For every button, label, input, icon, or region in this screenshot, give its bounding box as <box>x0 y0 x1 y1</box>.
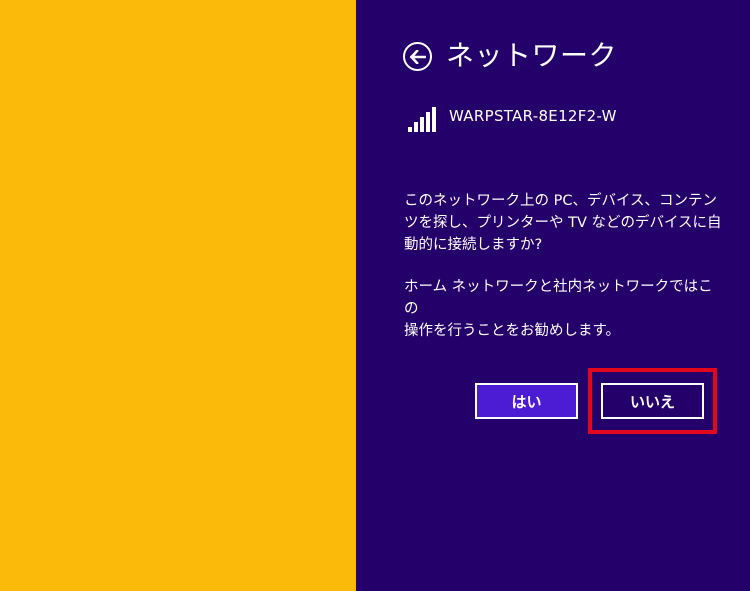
connect-prompt-text: このネットワーク上の PC、デバイス、コンテン ツを探し、プリンターや TV な… <box>404 193 722 253</box>
no-button[interactable]: いいえ <box>601 383 704 419</box>
desktop-background <box>0 0 356 591</box>
network-ssid: WARPSTAR-8E12F2-W <box>449 107 617 125</box>
back-button[interactable] <box>403 42 432 71</box>
yes-button[interactable]: はい <box>475 383 578 419</box>
panel-title: ネットワーク <box>446 39 618 72</box>
wifi-signal-bars-icon <box>408 107 436 132</box>
network-charm-panel: ネットワーク WARPSTAR-8E12F2-W このネットワーク上の PC、デ… <box>356 0 750 591</box>
recommendation-text: ホーム ネットワークと社内ネットワークではこの 操作を行うことをお勧めします。 <box>404 279 713 339</box>
back-arrow-circle-icon <box>409 49 426 64</box>
